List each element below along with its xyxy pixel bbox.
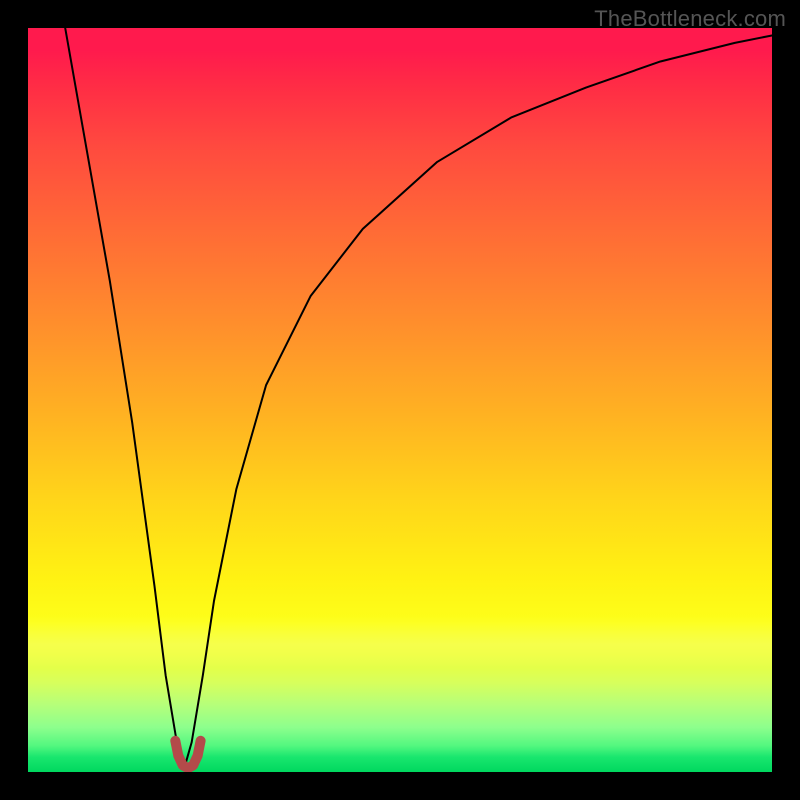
heat-gradient-background [28,28,772,772]
chart-frame: TheBottleneck.com [0,0,800,800]
watermark-text: TheBottleneck.com [594,6,786,32]
plot-area [28,28,772,772]
